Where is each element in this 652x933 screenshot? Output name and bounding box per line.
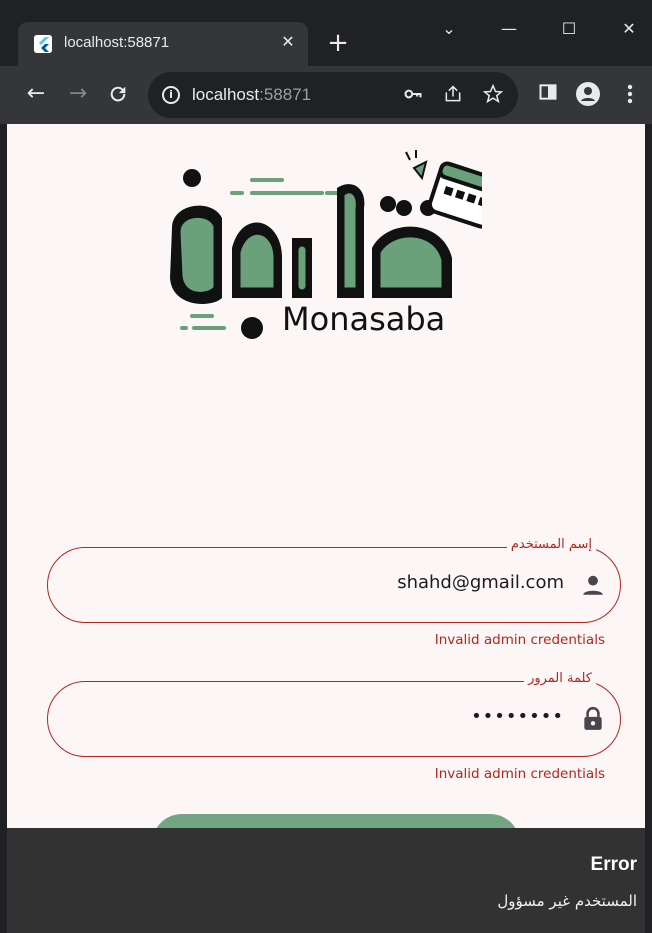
site-info-icon[interactable]: i — [162, 86, 180, 104]
username-error: Invalid admin credentials — [434, 632, 605, 648]
tab-search-icon[interactable]: ⌄ — [434, 16, 464, 42]
password-field[interactable]: كلمة المرور •••••••• — [47, 671, 621, 757]
minimize-button[interactable]: — — [494, 16, 524, 42]
side-panel-icon[interactable] — [536, 82, 560, 106]
logo-latin-text: Monasaba — [282, 300, 445, 338]
share-icon[interactable] — [442, 84, 464, 106]
browser-menu-icon[interactable] — [618, 82, 642, 106]
page-viewport: Monasaba إسم المستخدم shahd@gmail.com In… — [7, 124, 645, 933]
key-icon[interactable] — [402, 84, 424, 106]
browser-toolbar: ← → i localhost:58871 — [0, 66, 652, 124]
browser-tab[interactable]: localhost:58871 ✕ — [18, 22, 308, 66]
url-port: :58871 — [259, 85, 312, 104]
lock-icon — [580, 706, 606, 732]
tab-strip: localhost:58871 ✕ + ⌄ — ☐ ✕ — [0, 0, 652, 66]
url-text[interactable]: localhost:58871 — [192, 85, 311, 105]
tab-close-icon[interactable]: ✕ — [276, 30, 300, 54]
username-field[interactable]: إسم المستخدم shahd@gmail.com — [47, 537, 621, 623]
snackbar-title: Error — [590, 854, 637, 875]
tab-title: localhost:58871 — [64, 34, 170, 51]
password-input[interactable]: •••••••• — [471, 706, 564, 727]
flutter-favicon-icon — [34, 35, 52, 53]
username-input[interactable]: shahd@gmail.com — [397, 572, 564, 593]
close-window-button[interactable]: ✕ — [614, 16, 644, 42]
profile-avatar-icon[interactable] — [576, 82, 600, 106]
maximize-button[interactable]: ☐ — [554, 16, 584, 42]
reload-icon — [110, 86, 126, 102]
password-error: Invalid admin credentials — [434, 766, 605, 782]
person-icon — [580, 572, 606, 598]
address-bar[interactable]: i localhost:58871 — [148, 72, 518, 118]
new-tab-button[interactable]: + — [324, 30, 352, 58]
url-host: localhost — [192, 85, 260, 104]
back-button[interactable]: ← — [22, 80, 50, 108]
password-label: كلمة المرور — [524, 671, 596, 686]
browser-window: localhost:58871 ✕ + ⌄ — ☐ ✕ ← → i localh… — [0, 0, 652, 933]
reload-button[interactable] — [104, 80, 132, 108]
username-label: إسم المستخدم — [506, 537, 596, 552]
error-snackbar: Error المستخدم غير مسؤول — [7, 828, 645, 933]
monasaba-logo: Monasaba — [152, 148, 503, 348]
forward-button[interactable]: → — [64, 80, 92, 108]
bookmark-star-icon[interactable] — [482, 83, 504, 106]
snackbar-message: المستخدم غير مسؤول — [497, 892, 637, 910]
